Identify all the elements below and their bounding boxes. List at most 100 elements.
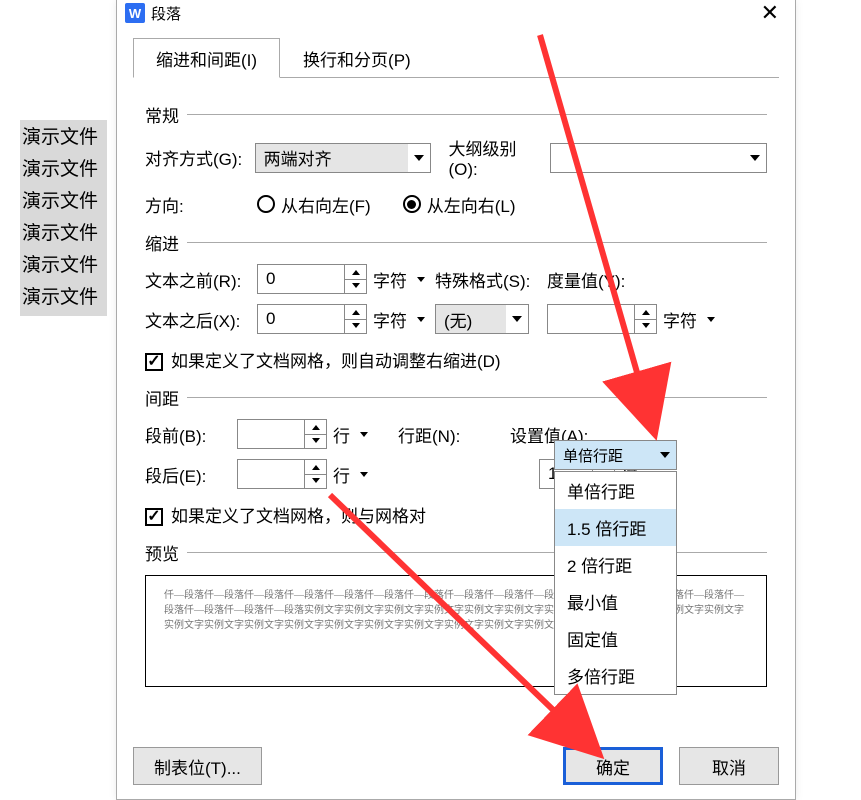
space-after-label: 段后(E):: [145, 462, 237, 487]
alignment-value: 两端对齐: [256, 144, 408, 172]
chevron-down-icon: [356, 428, 372, 441]
space-after-value: [238, 460, 304, 488]
dropdown-option-multi[interactable]: 多倍行距: [555, 657, 676, 694]
direction-ltr-radio[interactable]: 从左向右(L): [403, 192, 516, 217]
dialog-content: 常规 对齐方式(G): 两端对齐 大纲级别(O): 方向: 从右向左(F): [117, 78, 795, 687]
direction-ltr-label: 从左向右(L): [427, 192, 516, 217]
line-spacing-label: 行距(N):: [398, 422, 510, 447]
group-header-spacing: 间距: [145, 385, 767, 410]
spinner-up-icon[interactable]: [344, 265, 366, 280]
chevron-down-icon: [744, 144, 766, 172]
ok-button[interactable]: 确定: [563, 747, 663, 785]
auto-adjust-indent-label: 如果定义了文档网格，则自动调整右缩进(D): [171, 347, 501, 372]
measure-spinner[interactable]: [547, 304, 657, 334]
group-label: 间距: [145, 385, 179, 410]
outline-level-label: 大纲级别(O):: [449, 135, 544, 180]
space-before-value: [238, 420, 304, 448]
group-header-indent: 缩进: [145, 230, 767, 255]
chevron-down-icon: [413, 313, 429, 326]
text-after-label: 文本之后(X):: [145, 307, 257, 332]
bg-list-item[interactable]: 演示文件: [21, 186, 106, 218]
text-before-value: 0: [258, 265, 344, 293]
titlebar: W 段落 ✕: [117, 0, 795, 26]
app-icon: W: [125, 3, 145, 23]
special-format-label: 特殊格式(S):: [435, 267, 547, 292]
unit-label[interactable]: 行: [333, 462, 350, 487]
spinner-down-icon[interactable]: [344, 320, 366, 334]
special-format-combo[interactable]: (无): [435, 304, 529, 334]
dropdown-option-1-5[interactable]: 1.5 倍行距: [555, 509, 676, 546]
text-after-value: 0: [258, 305, 344, 333]
dropdown-option-fixed[interactable]: 固定值: [555, 620, 676, 657]
direction-rtl-radio[interactable]: 从右向左(F): [257, 192, 371, 217]
special-format-value: (无): [436, 305, 506, 333]
spinner-down-icon[interactable]: [304, 475, 326, 489]
bg-list-item[interactable]: 演示文件: [21, 154, 106, 186]
paragraph-dialog: W 段落 ✕ 缩进和间距(I) 换行和分页(P) 常规 对齐方式(G): 两端对…: [116, 0, 796, 800]
tabs: 缩进和间距(I) 换行和分页(P): [133, 38, 779, 78]
spinner-up-icon[interactable]: [304, 460, 326, 475]
measure-value: [548, 305, 634, 333]
line-spacing-combo[interactable]: 单倍行距: [554, 440, 677, 470]
space-before-spinner[interactable]: [237, 419, 327, 449]
chevron-down-icon: [413, 273, 429, 286]
alignment-combo[interactable]: 两端对齐: [255, 143, 431, 173]
spinner-down-icon[interactable]: [634, 320, 656, 334]
chevron-down-icon: [408, 144, 430, 172]
group-label: 缩进: [145, 230, 179, 255]
bg-list-item[interactable]: 演示文件: [21, 122, 106, 154]
measure-label: 度量值(Y):: [547, 267, 625, 292]
unit-label[interactable]: 字符: [373, 307, 407, 332]
group-header-general: 常规: [145, 102, 767, 127]
dropdown-option-single[interactable]: 单倍行距: [555, 472, 676, 509]
outline-level-combo[interactable]: [550, 143, 767, 173]
unit-label[interactable]: 字符: [663, 307, 697, 332]
chevron-down-icon: [654, 441, 676, 469]
dropdown-option-min[interactable]: 最小值: [555, 583, 676, 620]
alignment-label: 对齐方式(G):: [145, 145, 255, 170]
divider: [187, 397, 767, 398]
close-icon[interactable]: ✕: [753, 2, 787, 24]
radio-icon: [257, 195, 275, 213]
divider: [187, 114, 767, 115]
text-after-spinner[interactable]: 0: [257, 304, 367, 334]
text-before-spinner[interactable]: 0: [257, 264, 367, 294]
cancel-button[interactable]: 取消: [679, 747, 779, 785]
background-file-list: 演示文件 演示文件 演示文件 演示文件 演示文件 演示文件: [20, 120, 107, 316]
spinner-down-icon[interactable]: [344, 280, 366, 294]
divider: [187, 552, 767, 553]
outline-level-value: [551, 144, 744, 172]
tab-indent-spacing[interactable]: 缩进和间距(I): [133, 38, 280, 78]
group-label: 常规: [145, 102, 179, 127]
checkbox-icon[interactable]: [145, 508, 163, 526]
checkbox-icon[interactable]: [145, 353, 163, 371]
unit-label[interactable]: 行: [333, 422, 350, 447]
space-before-label: 段前(B):: [145, 422, 237, 447]
tabs-button[interactable]: 制表位(T)...: [133, 747, 262, 785]
spinner-up-icon[interactable]: [344, 305, 366, 320]
dialog-title: 段落: [151, 3, 181, 24]
dropdown-option-double[interactable]: 2 倍行距: [555, 546, 676, 583]
unit-label[interactable]: 字符: [373, 267, 407, 292]
tab-line-page-break[interactable]: 换行和分页(P): [280, 38, 434, 78]
chevron-down-icon: [506, 305, 528, 333]
snap-to-grid-label: 如果定义了文档网格，则与网格对: [171, 502, 426, 527]
group-label: 预览: [145, 540, 179, 565]
spinner-up-icon[interactable]: [304, 420, 326, 435]
bg-list-item[interactable]: 演示文件: [21, 250, 106, 282]
button-row: 制表位(T)... 确定 取消: [133, 747, 779, 785]
spinner-up-icon[interactable]: [634, 305, 656, 320]
bg-list-item[interactable]: 演示文件: [21, 282, 106, 314]
spinner-down-icon[interactable]: [304, 435, 326, 449]
radio-icon: [403, 195, 421, 213]
text-before-label: 文本之前(R):: [145, 267, 257, 292]
direction-label: 方向:: [145, 192, 257, 217]
chevron-down-icon: [703, 313, 719, 326]
line-spacing-value: 单倍行距: [555, 441, 654, 469]
bg-list-item[interactable]: 演示文件: [21, 218, 106, 250]
space-after-spinner[interactable]: [237, 459, 327, 489]
line-spacing-dropdown: 单倍行距 1.5 倍行距 2 倍行距 最小值 固定值 多倍行距: [554, 471, 677, 695]
direction-rtl-label: 从右向左(F): [281, 192, 371, 217]
chevron-down-icon: [356, 468, 372, 481]
divider: [187, 242, 767, 243]
